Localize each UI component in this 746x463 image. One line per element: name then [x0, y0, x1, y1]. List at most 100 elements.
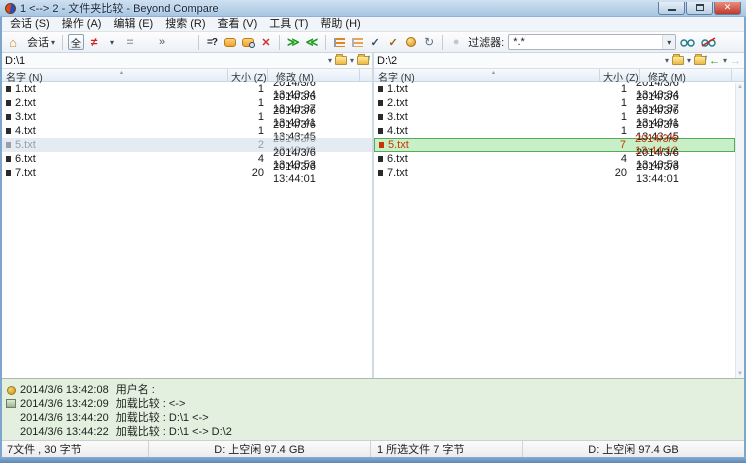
- maximize-icon: [696, 4, 704, 11]
- full-refresh-button[interactable]: ●: [448, 34, 464, 51]
- file-name: 6.txt: [15, 153, 36, 165]
- table-row[interactable]: 7.txt202014/3/6 13:44:01: [2, 166, 372, 180]
- file-icon: [378, 156, 383, 162]
- chevron-down-icon[interactable]: ▾: [665, 56, 669, 65]
- browse-folder-icon[interactable]: [335, 56, 347, 65]
- parent-folder-icon[interactable]: [357, 56, 369, 65]
- session-home-button[interactable]: ⌂: [5, 34, 21, 51]
- copy-to-left-button[interactable]: ≪: [304, 34, 321, 51]
- menu-item[interactable]: 会话 (S): [4, 17, 56, 31]
- chevron-down-icon[interactable]: ▾: [350, 56, 354, 65]
- file-name: 4.txt: [15, 125, 36, 137]
- column-size[interactable]: 大小 (Z): [228, 69, 268, 81]
- toggle-filters-button[interactable]: [678, 34, 697, 51]
- disable-filters-button[interactable]: [699, 34, 718, 51]
- attributes-button[interactable]: ✓: [385, 34, 401, 51]
- file-name: 3.txt: [387, 111, 408, 123]
- file-size-cell: 7: [590, 139, 630, 151]
- forward-arrow-icon[interactable]: →: [730, 55, 741, 67]
- file-name-cell: 4.txt: [2, 125, 228, 137]
- show-all-button[interactable]: 全: [68, 34, 84, 50]
- file-icon: [6, 86, 11, 92]
- copy-to-right-button[interactable]: ≫: [285, 34, 302, 51]
- chevron-down-icon: ▾: [662, 35, 675, 49]
- session-menu-button[interactable]: 会话 ▾: [23, 34, 57, 51]
- file-size-cell: 4: [591, 153, 631, 165]
- chevron-down-icon[interactable]: ▾: [687, 56, 691, 65]
- file-icon: [379, 142, 384, 148]
- touch-button[interactable]: ✓: [367, 34, 383, 51]
- log-session-icon: [7, 386, 16, 395]
- chevron-down-icon[interactable]: ▾: [723, 56, 727, 65]
- synchronize-button[interactable]: [403, 34, 419, 51]
- table-row[interactable]: 7.txt202014/3/6 13:44:01: [374, 166, 735, 180]
- log-timestamp: 2014/3/6 13:42:09: [20, 398, 109, 410]
- menu-item[interactable]: 帮助 (H): [314, 17, 366, 31]
- column-name[interactable]: 名字 (N)▴: [374, 69, 600, 81]
- quick-compare-button[interactable]: =?: [204, 34, 220, 51]
- delete-button[interactable]: ✕: [258, 34, 274, 51]
- refresh-button[interactable]: ↻: [421, 34, 437, 51]
- show-same-button[interactable]: =: [122, 34, 138, 51]
- chevron-down-icon: ▾: [51, 38, 55, 47]
- scroll-down-icon[interactable]: ▼: [737, 370, 743, 378]
- file-size-cell: 1: [228, 125, 268, 137]
- rules-bubble-icon: [224, 38, 236, 47]
- vertical-scrollbar[interactable]: ▲ ▼: [735, 83, 744, 378]
- column-modified[interactable]: 修改 (M): [640, 69, 732, 81]
- column-name[interactable]: 名字 (N)▴: [2, 69, 228, 81]
- window-bottom-border: [0, 457, 746, 463]
- rules-button[interactable]: [222, 34, 238, 51]
- column-name-label: 名字 (N): [6, 73, 43, 84]
- column-spacer: [360, 69, 372, 81]
- file-icon: [378, 128, 383, 134]
- file-icon: [6, 156, 11, 162]
- home-icon: ⌂: [9, 35, 17, 50]
- back-arrow-icon[interactable]: ←: [709, 55, 720, 67]
- checkmark-icon: ✓: [371, 36, 380, 49]
- right-pane: D:\2 ▾ ▾ ← ▾ → 名字 (N)▴ 大小 (Z) 修改 (M) 1.t…: [374, 53, 744, 378]
- file-name-cell: 2.txt: [2, 97, 228, 109]
- file-size-cell: 20: [591, 167, 631, 179]
- minimize-button[interactable]: [658, 2, 685, 15]
- status-section: D: 上空闲 97.4 GB: [523, 441, 744, 457]
- find-in-bubble-button[interactable]: [240, 34, 256, 51]
- close-button[interactable]: ✕: [714, 2, 741, 15]
- parent-folder-icon[interactable]: [694, 56, 706, 65]
- right-path-input[interactable]: D:\2: [377, 55, 665, 67]
- log-message: 用户名 :: [116, 384, 155, 396]
- menu-item[interactable]: 工具 (T): [263, 17, 314, 31]
- collapse-all-button[interactable]: [349, 34, 365, 51]
- close-icon: ✕: [724, 3, 732, 12]
- differences-dropdown-button[interactable]: ▾: [104, 34, 120, 51]
- checkmark-plus-icon: ✓: [389, 36, 398, 49]
- app-icon: [5, 3, 16, 14]
- menu-item[interactable]: 编辑 (E): [107, 17, 159, 31]
- menu-item[interactable]: 搜索 (R): [159, 17, 211, 31]
- column-size[interactable]: 大小 (Z): [600, 69, 640, 81]
- left-path-bar: D:\1 ▾ ▾: [2, 53, 372, 69]
- maximize-button[interactable]: [686, 2, 713, 15]
- file-name-cell: 7.txt: [2, 167, 228, 179]
- browse-folder-icon[interactable]: [672, 56, 684, 65]
- menu-item[interactable]: 查看 (V): [212, 17, 264, 31]
- left-path-input[interactable]: D:\1: [5, 55, 328, 67]
- status-section: 1 所选文件 7 字节: [371, 441, 523, 457]
- file-name-cell: 4.txt: [374, 125, 591, 137]
- log-save-icon[interactable]: [6, 399, 16, 408]
- show-differences-button[interactable]: ≠: [86, 34, 102, 51]
- chevron-down-icon[interactable]: ▾: [328, 56, 332, 65]
- file-name: 3.txt: [15, 111, 36, 123]
- toolbar-separator: [442, 35, 443, 50]
- status-section: D: 上空闲 97.4 GB: [149, 441, 371, 457]
- disabled-circle-icon: ●: [453, 36, 460, 48]
- toolbar-overflow-button[interactable]: »: [154, 34, 170, 51]
- file-icon: [378, 100, 383, 106]
- expand-all-button[interactable]: [331, 34, 347, 51]
- column-modified[interactable]: 修改 (M): [268, 69, 360, 81]
- log-line: 2014/3/6 13:44:20加载比较 : D:\1 <->: [20, 411, 744, 425]
- menu-item[interactable]: 操作 (A): [56, 17, 108, 31]
- scroll-up-icon[interactable]: ▲: [737, 83, 743, 91]
- filter-combobox[interactable]: *.* ▾: [508, 34, 676, 50]
- collapse-tree-icon: [352, 38, 363, 47]
